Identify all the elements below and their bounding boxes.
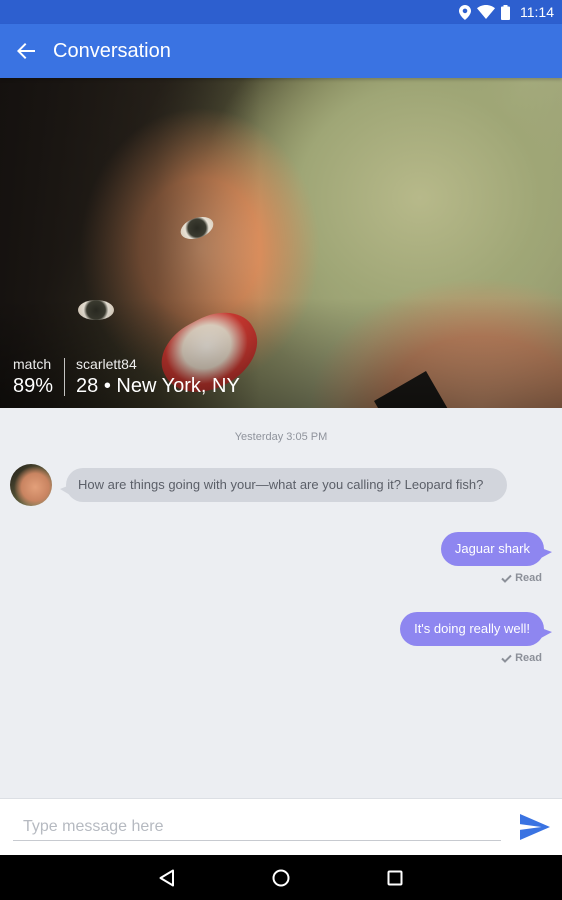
nav-recents-button[interactable]	[371, 858, 419, 898]
incoming-message-row: How are things going with your—what are …	[10, 464, 508, 506]
checkmark-icon	[501, 654, 512, 663]
message-input[interactable]	[13, 813, 501, 841]
send-icon	[520, 814, 550, 840]
message-timestamp: Yesterday 3:05 PM	[234, 431, 328, 443]
system-nav-bar	[0, 855, 562, 900]
wifi-icon	[477, 5, 495, 19]
user-block: scarlett84 28 • New York, NY	[65, 356, 240, 398]
checkmark-icon	[501, 574, 512, 583]
back-triangle-icon	[159, 869, 174, 886]
outgoing-message-row: It's doing really well! Read	[400, 612, 552, 664]
read-status: Read	[515, 572, 542, 584]
match-label: match	[13, 356, 52, 372]
nav-home-button[interactable]	[257, 858, 305, 898]
outgoing-message-bubble[interactable]: Jaguar shark	[440, 532, 553, 566]
back-button[interactable]	[0, 24, 52, 78]
avatar[interactable]	[10, 464, 52, 506]
profile-info: match 89% scarlett84 28 • New York, NY	[13, 356, 240, 398]
arrow-back-icon	[17, 43, 35, 59]
status-time: 11:14	[520, 4, 554, 20]
match-value: 89%	[13, 375, 54, 397]
page-title: Conversation	[53, 39, 171, 62]
match-block: match 89%	[13, 356, 64, 398]
user-details: 28 • New York, NY	[76, 375, 240, 397]
outgoing-message-bubble[interactable]: It's doing really well!	[400, 612, 552, 646]
read-status: Read	[515, 652, 542, 664]
nav-back-button[interactable]	[143, 858, 191, 898]
username: scarlett84	[76, 356, 137, 372]
battery-icon	[501, 4, 510, 20]
status-bar: 11:14	[0, 0, 562, 24]
message-composer	[0, 798, 562, 855]
app-bar: Conversation	[0, 24, 562, 78]
outgoing-message-row: Jaguar shark Read	[440, 532, 553, 584]
home-circle-icon	[272, 869, 290, 886]
read-receipt: Read	[501, 572, 542, 584]
send-button[interactable]	[518, 812, 552, 842]
chat-area[interactable]: Yesterday 3:05 PM How are things going w…	[0, 408, 562, 798]
incoming-message-bubble[interactable]: How are things going with your—what are …	[59, 468, 508, 502]
read-receipt: Read	[501, 652, 542, 664]
recents-square-icon	[387, 870, 403, 885]
location-icon	[459, 4, 471, 20]
